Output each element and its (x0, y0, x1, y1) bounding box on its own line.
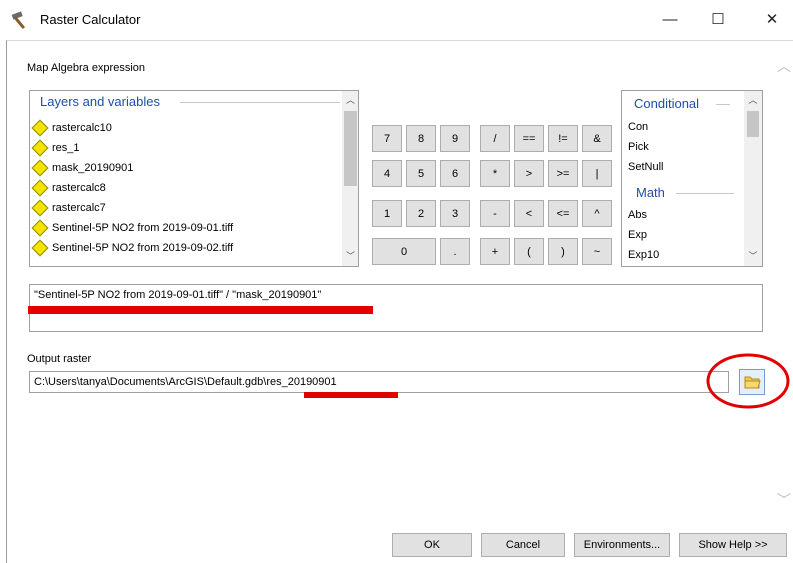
key-button[interactable]: 0 (372, 238, 436, 265)
layer-icon (31, 219, 49, 237)
key-button[interactable]: - (480, 200, 510, 227)
show-help-button[interactable]: Show Help >> (679, 533, 787, 557)
dialog-scroll-down-arrow[interactable]: ﹀ (776, 490, 792, 510)
key-button[interactable]: 3 (440, 200, 470, 227)
layers-scrollbar[interactable]: ︿ ﹀ (342, 91, 358, 266)
maximize-button[interactable]: ☐ (698, 6, 738, 34)
list-item[interactable]: Pick (622, 137, 742, 157)
layer-icon (31, 179, 49, 197)
key-button[interactable]: > (514, 160, 544, 187)
expression-section-label: Map Algebra expression (27, 62, 146, 74)
title-bar: Raster Calculator — ☐ ✕ (0, 0, 793, 40)
key-button[interactable]: >= (548, 160, 578, 187)
list-item[interactable]: Con (622, 117, 742, 137)
red-underline-annotation (304, 392, 398, 398)
output-raster-label: Output raster (27, 353, 92, 365)
list-item[interactable]: Exp10 (622, 245, 742, 265)
functions-group-conditional: Conditional (634, 96, 700, 111)
output-raster-field[interactable]: C:\Users\tanya\Documents\ArcGIS\Default.… (29, 371, 729, 393)
functions-group-math: Math (636, 185, 665, 200)
layer-icon (31, 199, 49, 217)
layer-icon (31, 159, 49, 177)
layer-icon (31, 139, 49, 157)
key-button[interactable]: 7 (372, 125, 402, 152)
key-button[interactable]: <= (548, 200, 578, 227)
key-button[interactable]: == (514, 125, 544, 152)
list-item[interactable]: Abs (622, 205, 742, 225)
list-item[interactable]: SetNull (622, 157, 742, 177)
expression-text: "Sentinel-5P NO2 from 2019-09-01.tiff" /… (34, 289, 322, 301)
red-underline-annotation (28, 306, 373, 314)
hammer-icon (11, 11, 26, 30)
calculator-keypad: 7 8 9 / == != & 4 5 6 * > >= | 1 2 3 - <… (370, 125, 618, 270)
environments-button[interactable]: Environments... (574, 533, 670, 557)
scroll-thumb[interactable] (747, 111, 759, 137)
layers-header-divider (180, 102, 340, 103)
minimize-button[interactable]: — (650, 6, 690, 34)
cancel-button[interactable]: Cancel (481, 533, 565, 557)
scroll-down-arrow-icon[interactable]: ﹀ (744, 249, 762, 262)
group-divider (676, 193, 734, 194)
list-item[interactable]: Exp (622, 225, 742, 245)
key-button[interactable]: < (514, 200, 544, 227)
scroll-up-arrow-icon[interactable]: ︿ (744, 93, 762, 106)
key-button[interactable]: 4 (372, 160, 402, 187)
dialog-scroll-up-arrow[interactable]: ︿ (776, 56, 792, 76)
key-button[interactable]: ) (548, 238, 578, 265)
key-button[interactable]: / (480, 125, 510, 152)
key-button[interactable]: | (582, 160, 612, 187)
layers-items: rastercalc10 res_1 mask_20190901 rasterc… (30, 118, 342, 258)
layer-icon (31, 119, 49, 137)
functions-scrollbar[interactable]: ︿ ﹀ (744, 91, 762, 266)
key-button[interactable]: ~ (582, 238, 612, 265)
key-button[interactable]: + (480, 238, 510, 265)
key-button[interactable]: & (582, 125, 612, 152)
ok-button[interactable]: OK (392, 533, 472, 557)
key-button[interactable]: ( (514, 238, 544, 265)
key-button[interactable]: 2 (406, 200, 436, 227)
list-item[interactable]: rastercalc8 (30, 178, 342, 198)
list-item[interactable]: rastercalc7 (30, 198, 342, 218)
list-item[interactable]: mask_20190901 (30, 158, 342, 178)
key-button[interactable]: 6 (440, 160, 470, 187)
list-item[interactable]: rastercalc10 (30, 118, 342, 138)
scroll-up-arrow-icon[interactable]: ︿ (342, 93, 358, 106)
window-title: Raster Calculator (40, 12, 141, 27)
key-button[interactable]: ^ (582, 200, 612, 227)
key-button[interactable]: != (548, 125, 578, 152)
close-button[interactable]: ✕ (752, 6, 792, 34)
scroll-thumb[interactable] (344, 111, 357, 186)
math-items: Abs Exp Exp10 (622, 205, 742, 265)
layers-header: Layers and variables (40, 94, 160, 109)
key-button[interactable]: * (480, 160, 510, 187)
key-button[interactable]: . (440, 238, 470, 265)
layers-list[interactable]: Layers and variables rastercalc10 res_1 … (29, 90, 359, 267)
red-circle-annotation (706, 353, 790, 409)
key-button[interactable]: 8 (406, 125, 436, 152)
layer-icon (31, 239, 49, 257)
output-raster-value: C:\Users\tanya\Documents\ArcGIS\Default.… (34, 376, 337, 388)
key-button[interactable]: 9 (440, 125, 470, 152)
key-button[interactable]: 1 (372, 200, 402, 227)
group-divider (716, 104, 730, 105)
list-item[interactable]: Sentinel-5P NO2 from 2019-09-01.tiff (30, 218, 342, 238)
conditional-items: Con Pick SetNull (622, 117, 742, 177)
scroll-down-arrow-icon[interactable]: ﹀ (342, 249, 358, 262)
list-item[interactable]: Sentinel-5P NO2 from 2019-09-02.tiff (30, 238, 342, 258)
functions-list[interactable]: Conditional Con Pick SetNull Math Abs Ex… (621, 90, 763, 267)
list-item[interactable]: res_1 (30, 138, 342, 158)
key-button[interactable]: 5 (406, 160, 436, 187)
